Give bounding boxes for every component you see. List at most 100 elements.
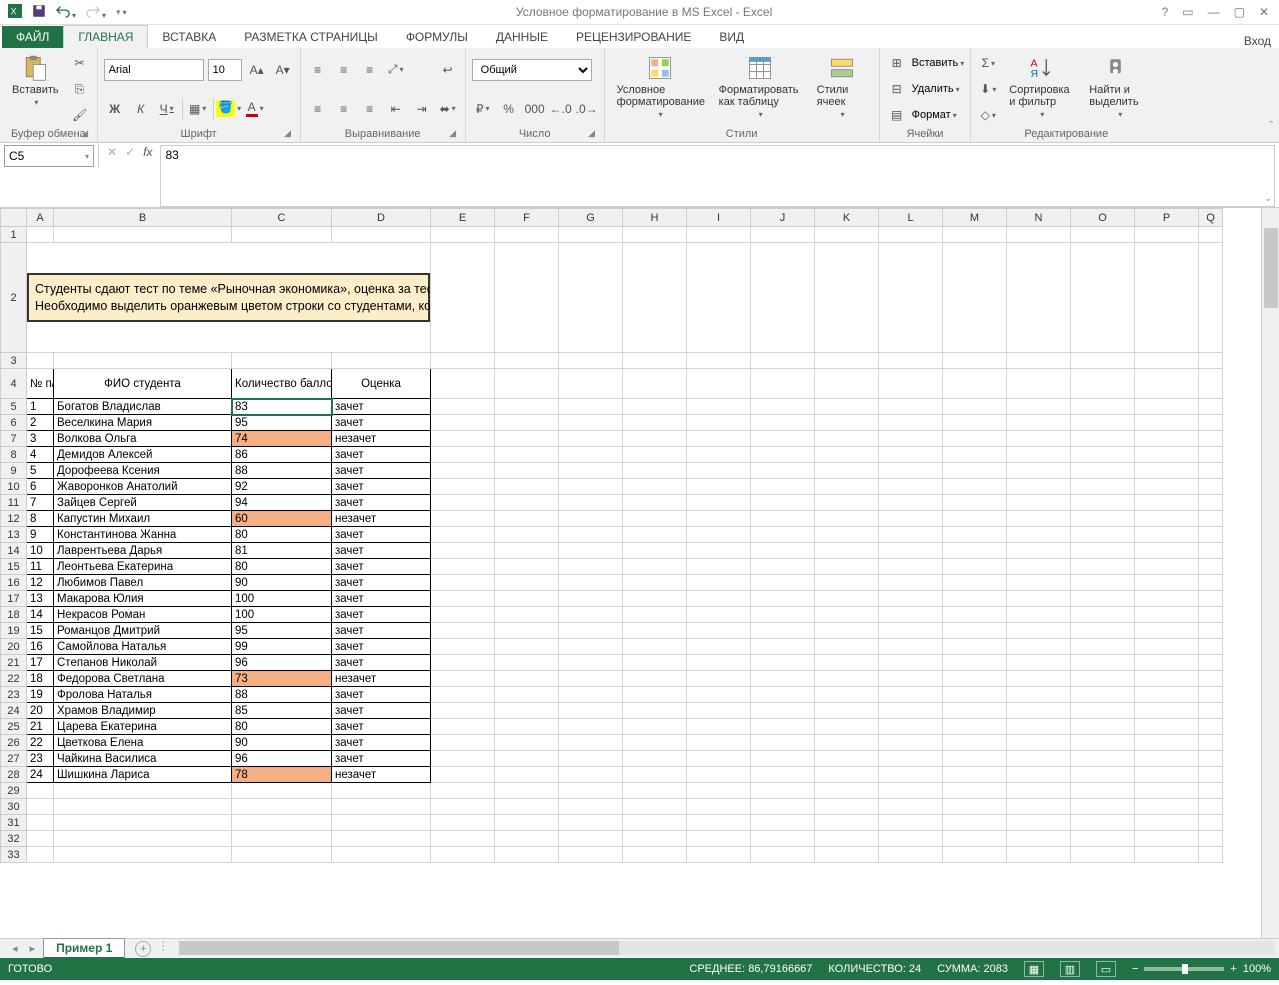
table-cell[interactable] xyxy=(1007,623,1071,639)
save-icon[interactable] xyxy=(32,4,46,21)
table-cell[interactable] xyxy=(751,655,815,671)
table-cell[interactable]: 99 xyxy=(232,639,332,655)
cell[interactable] xyxy=(54,353,232,369)
redo-icon[interactable] xyxy=(86,4,106,21)
table-cell[interactable] xyxy=(431,687,495,703)
table-cell[interactable] xyxy=(1199,463,1223,479)
cell[interactable] xyxy=(1135,227,1199,243)
row-header[interactable]: 28 xyxy=(1,767,27,783)
table-cell[interactable] xyxy=(495,751,559,767)
cell[interactable] xyxy=(1071,831,1135,847)
table-cell[interactable] xyxy=(879,735,943,751)
table-cell[interactable] xyxy=(495,655,559,671)
task-note[interactable]: Студенты сдают тест по теме «Рыночная эк… xyxy=(27,243,431,353)
table-cell[interactable] xyxy=(431,767,495,783)
table-cell[interactable]: зачет xyxy=(332,639,431,655)
cell[interactable] xyxy=(1071,799,1135,815)
table-cell[interactable] xyxy=(1007,671,1071,687)
cell[interactable] xyxy=(495,353,559,369)
table-cell[interactable] xyxy=(879,447,943,463)
table-cell[interactable] xyxy=(879,671,943,687)
table-cell[interactable] xyxy=(1071,735,1135,751)
table-cell[interactable] xyxy=(1071,431,1135,447)
table-cell[interactable] xyxy=(495,479,559,495)
table-cell[interactable]: 85 xyxy=(232,703,332,719)
table-header[interactable] xyxy=(687,369,751,399)
row-header[interactable]: 5 xyxy=(1,399,27,415)
table-cell[interactable] xyxy=(943,399,1007,415)
table-cell[interactable] xyxy=(751,575,815,591)
table-cell[interactable] xyxy=(495,623,559,639)
tab-home[interactable]: ГЛАВНАЯ xyxy=(63,25,148,48)
table-cell[interactable] xyxy=(943,767,1007,783)
table-cell[interactable] xyxy=(879,623,943,639)
table-cell[interactable]: 6 xyxy=(27,479,54,495)
cell[interactable] xyxy=(943,783,1007,799)
worksheet-grid[interactable]: ABCDEFGHIJKLMNOPQ12Студенты сдают тест п… xyxy=(0,208,1279,938)
cell[interactable] xyxy=(431,799,495,815)
enter-formula-icon[interactable]: ✓ xyxy=(125,145,135,159)
table-cell[interactable] xyxy=(1135,479,1199,495)
table-cell[interactable] xyxy=(1007,511,1071,527)
table-cell[interactable] xyxy=(815,751,879,767)
table-cell[interactable] xyxy=(815,527,879,543)
cell[interactable] xyxy=(54,815,232,831)
zoom-in-icon[interactable]: + xyxy=(1230,963,1236,975)
cell[interactable] xyxy=(815,353,879,369)
cell[interactable] xyxy=(751,227,815,243)
cell[interactable] xyxy=(943,353,1007,369)
cell[interactable] xyxy=(27,831,54,847)
table-cell[interactable] xyxy=(815,463,879,479)
cell[interactable] xyxy=(943,799,1007,815)
table-cell[interactable]: зачет xyxy=(332,527,431,543)
table-cell[interactable] xyxy=(943,479,1007,495)
table-cell[interactable] xyxy=(431,399,495,415)
table-cell[interactable] xyxy=(1007,767,1071,783)
table-cell[interactable] xyxy=(559,543,623,559)
zoom-control[interactable]: − + 100% xyxy=(1132,963,1271,975)
cell[interactable] xyxy=(232,783,332,799)
table-cell[interactable] xyxy=(879,543,943,559)
alignment-dialog-icon[interactable]: ◢ xyxy=(447,128,459,140)
conditional-formatting-button[interactable]: Условное форматирование xyxy=(611,52,709,126)
table-cell[interactable]: 80 xyxy=(232,559,332,575)
table-cell[interactable] xyxy=(943,623,1007,639)
borders-icon[interactable]: ▦ xyxy=(187,98,209,120)
cell[interactable] xyxy=(1007,847,1071,863)
table-cell[interactable]: Степанов Николай xyxy=(54,655,232,671)
table-cell[interactable] xyxy=(495,447,559,463)
cell[interactable] xyxy=(815,799,879,815)
table-cell[interactable] xyxy=(815,767,879,783)
row-header[interactable]: 9 xyxy=(1,463,27,479)
row-header[interactable]: 21 xyxy=(1,655,27,671)
column-header[interactable]: E xyxy=(431,209,495,227)
table-cell[interactable] xyxy=(623,415,687,431)
cell[interactable] xyxy=(1071,353,1135,369)
table-cell[interactable] xyxy=(815,655,879,671)
table-cell[interactable] xyxy=(1199,543,1223,559)
sheet-nav-prev-icon[interactable]: ◂ xyxy=(8,942,22,955)
table-cell[interactable] xyxy=(559,559,623,575)
table-cell[interactable] xyxy=(559,479,623,495)
table-cell[interactable] xyxy=(1071,447,1135,463)
cell[interactable] xyxy=(495,799,559,815)
table-cell[interactable] xyxy=(431,607,495,623)
cell[interactable] xyxy=(1135,847,1199,863)
table-cell[interactable]: зачет xyxy=(332,751,431,767)
undo-icon[interactable] xyxy=(56,4,76,21)
table-cell[interactable]: 24 xyxy=(27,767,54,783)
align-center-icon[interactable]: ≡ xyxy=(333,98,355,120)
cell[interactable] xyxy=(559,353,623,369)
cell[interactable] xyxy=(54,783,232,799)
table-cell[interactable] xyxy=(495,687,559,703)
cell[interactable] xyxy=(559,227,623,243)
align-middle-icon[interactable]: ≡ xyxy=(333,59,355,81)
table-cell[interactable]: зачет xyxy=(332,479,431,495)
table-cell[interactable] xyxy=(751,495,815,511)
column-header[interactable]: I xyxy=(687,209,751,227)
table-cell[interactable] xyxy=(943,687,1007,703)
table-cell[interactable]: незачет xyxy=(332,431,431,447)
table-cell[interactable] xyxy=(879,399,943,415)
insert-cells-button[interactable]: Вставить xyxy=(912,57,965,69)
cell[interactable] xyxy=(943,243,1007,353)
